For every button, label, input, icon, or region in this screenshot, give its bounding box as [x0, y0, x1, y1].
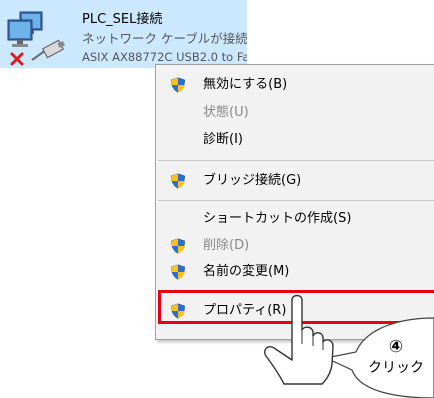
menu-item-label: ショートカットの作成(S) [203, 211, 352, 226]
callout-label: クリック [368, 360, 424, 376]
step-number: ④ [388, 337, 404, 357]
disconnected-x-icon [10, 52, 24, 68]
menu-item-create-shortcut[interactable]: ショートカットの作成(S) [156, 207, 434, 231]
adapter-device: ASIX AX88772C USB2.0 to Fast Eth... [82, 50, 247, 64]
uac-shield-icon [170, 238, 186, 254]
menu-separator [158, 160, 434, 161]
menu-item-label: 無効にする(B) [203, 77, 288, 92]
menu-item-status[interactable]: 状態(U) [156, 101, 434, 125]
menu-item-label: 診断(I) [203, 132, 243, 147]
menu-item-disable[interactable]: 無効にする(B) [156, 73, 434, 97]
menu-item-bridge[interactable]: ブリッジ接続(G) [156, 169, 434, 193]
menu-item-label: ブリッジ接続(G) [203, 173, 302, 188]
network-adapter-item[interactable]: PLC_SEL接続 ネットワーク ケーブルが接続されていま... ASIX AX… [0, 0, 247, 68]
uac-shield-icon [170, 173, 186, 189]
menu-item-rename[interactable]: 名前の変更(M) [156, 260, 434, 284]
menu-item-label: 名前の変更(M) [203, 264, 290, 279]
adapter-status: ネットワーク ケーブルが接続されていま... [82, 31, 247, 46]
uac-shield-icon [170, 77, 186, 93]
menu-item-label: 状態(U) [203, 105, 249, 120]
menu-item-label: 削除(D) [203, 238, 250, 253]
properties-highlight-box [158, 290, 434, 324]
uac-shield-icon [170, 264, 186, 280]
menu-item-diagnose[interactable]: 診断(I) [156, 128, 434, 152]
menu-item-delete[interactable]: 削除(D) [156, 234, 434, 258]
callout-text: ④ クリック [356, 336, 434, 378]
menu-separator [158, 200, 434, 201]
adapter-name: PLC_SEL接続 [82, 12, 163, 27]
